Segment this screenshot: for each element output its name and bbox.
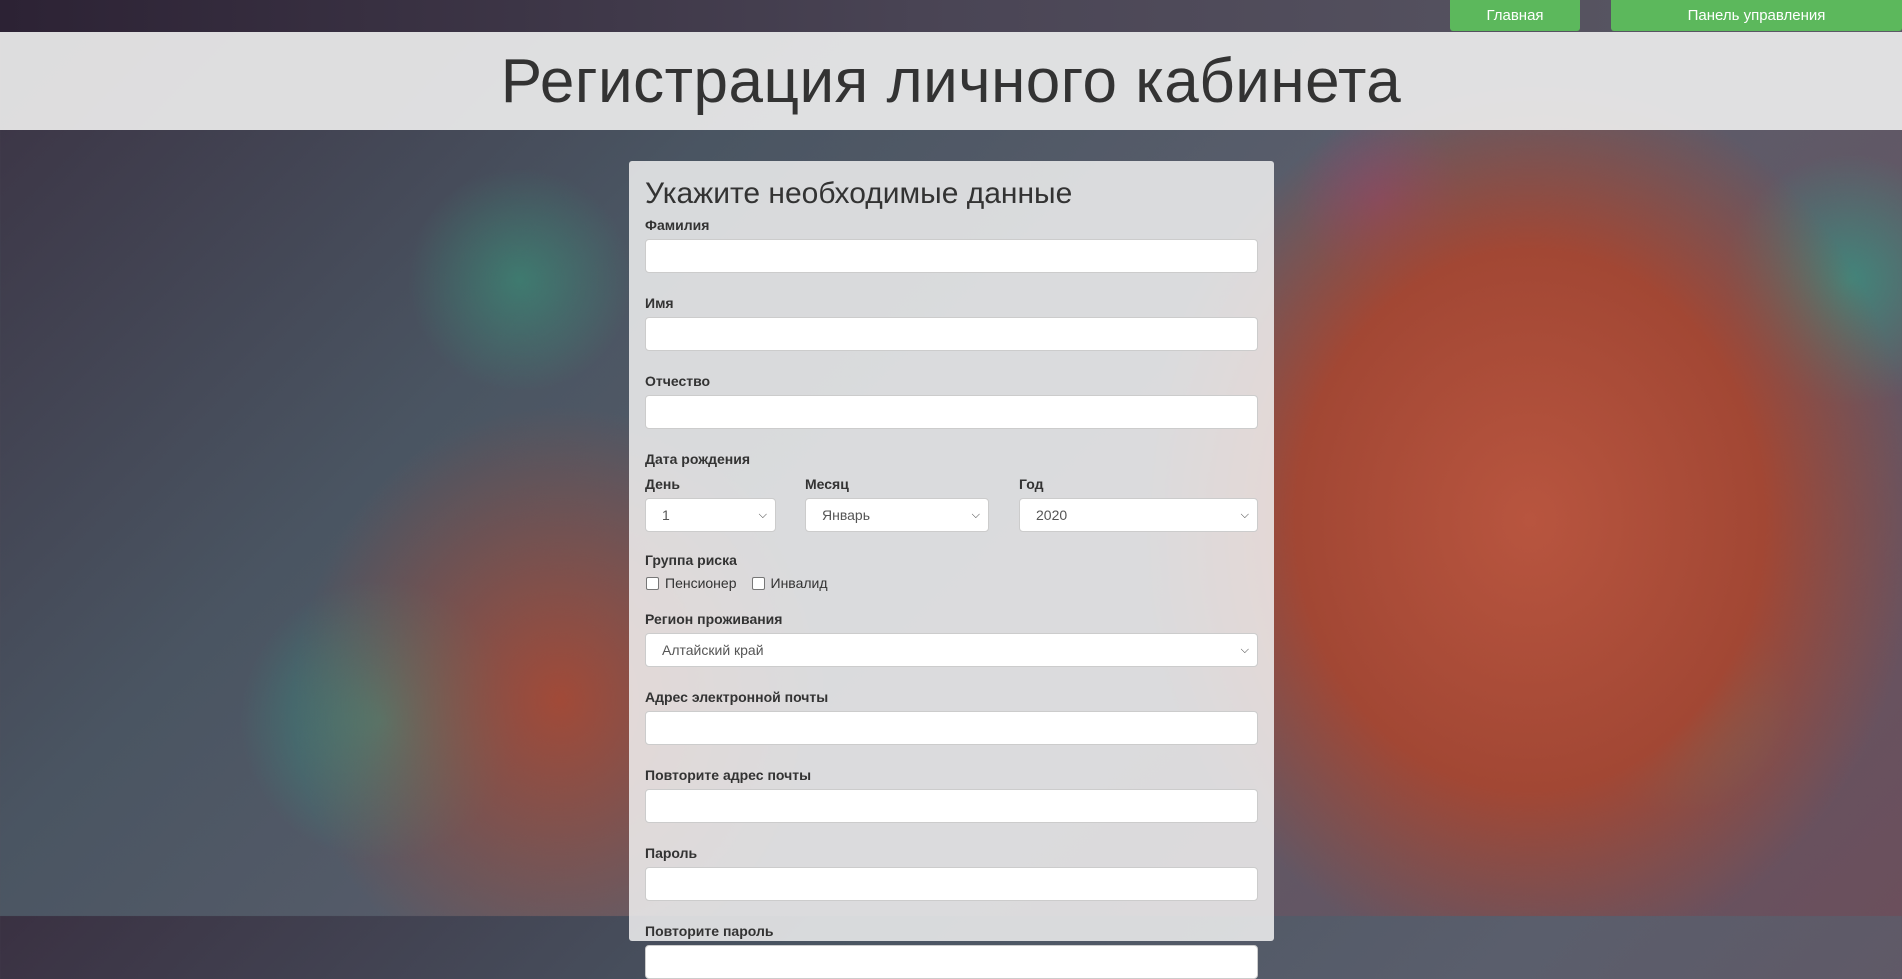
chevron-down-icon: ⌵	[1240, 508, 1249, 521]
birth-date-row: День 1 ⌵ Месяц Январь ⌵ Год 2020 ⌵	[645, 476, 1258, 532]
control-panel-button[interactable]: Панель управления	[1611, 0, 1902, 31]
email-repeat-label: Повторите адрес почты	[645, 767, 812, 783]
pensioner-checkbox[interactable]	[646, 576, 659, 590]
form-heading: Укажите необходимые данные	[645, 177, 1073, 210]
last-name-input[interactable]	[645, 239, 1258, 273]
password-repeat-label: Повторите пароль	[645, 923, 774, 939]
page-header: Регистрация личного кабинета	[0, 32, 1902, 130]
first-name-label: Имя	[645, 295, 674, 311]
page-title: Регистрация личного кабинета	[500, 46, 1402, 116]
top-bar: Главная Панель управления	[0, 0, 1902, 32]
month-label: Месяц	[805, 476, 849, 492]
day-column: День 1 ⌵	[645, 476, 805, 532]
last-name-label: Фамилия	[645, 217, 710, 233]
birth-date-label: Дата рождения	[645, 451, 751, 467]
risk-group-options: Пенсионер Инвалид	[645, 575, 1258, 591]
password-label: Пароль	[645, 845, 698, 861]
year-column: Год 2020 ⌵	[1019, 476, 1258, 532]
chevron-down-icon: ⌵	[758, 508, 767, 521]
year-value: 2020	[1036, 507, 1068, 523]
registration-form: Укажите необходимые данные Фамилия Имя О…	[629, 161, 1274, 979]
pensioner-option[interactable]: Пенсионер	[645, 575, 737, 591]
year-label: Год	[1019, 476, 1044, 492]
email-repeat-input[interactable]	[645, 789, 1258, 823]
home-button[interactable]: Главная	[1450, 0, 1580, 31]
first-name-input[interactable]	[645, 317, 1258, 351]
day-select[interactable]: 1 ⌵	[645, 498, 776, 532]
risk-group-label: Группа риска	[645, 552, 737, 568]
region-value: Алтайский край	[662, 642, 764, 658]
region-label: Регион проживания	[645, 611, 783, 627]
chevron-down-icon: ⌵	[971, 508, 980, 521]
region-select[interactable]: Алтайский край ⌵	[645, 633, 1258, 667]
email-input[interactable]	[645, 711, 1258, 745]
month-select[interactable]: Январь ⌵	[805, 498, 989, 532]
disabled-label: Инвалид	[770, 575, 828, 591]
chevron-down-icon: ⌵	[1240, 643, 1249, 656]
pensioner-label: Пенсионер	[665, 575, 737, 591]
month-value: Январь	[822, 507, 870, 523]
day-label: День	[645, 476, 680, 492]
password-input[interactable]	[645, 867, 1258, 901]
month-column: Месяц Январь ⌵	[805, 476, 1019, 532]
email-label: Адрес электронной почты	[645, 689, 829, 705]
password-repeat-input[interactable]	[645, 945, 1258, 979]
disabled-checkbox[interactable]	[751, 576, 765, 590]
day-value: 1	[662, 507, 670, 523]
year-select[interactable]: 2020 ⌵	[1019, 498, 1258, 532]
disabled-option[interactable]: Инвалид	[751, 575, 828, 591]
patronymic-input[interactable]	[645, 395, 1258, 429]
patronymic-label: Отчество	[645, 373, 711, 389]
